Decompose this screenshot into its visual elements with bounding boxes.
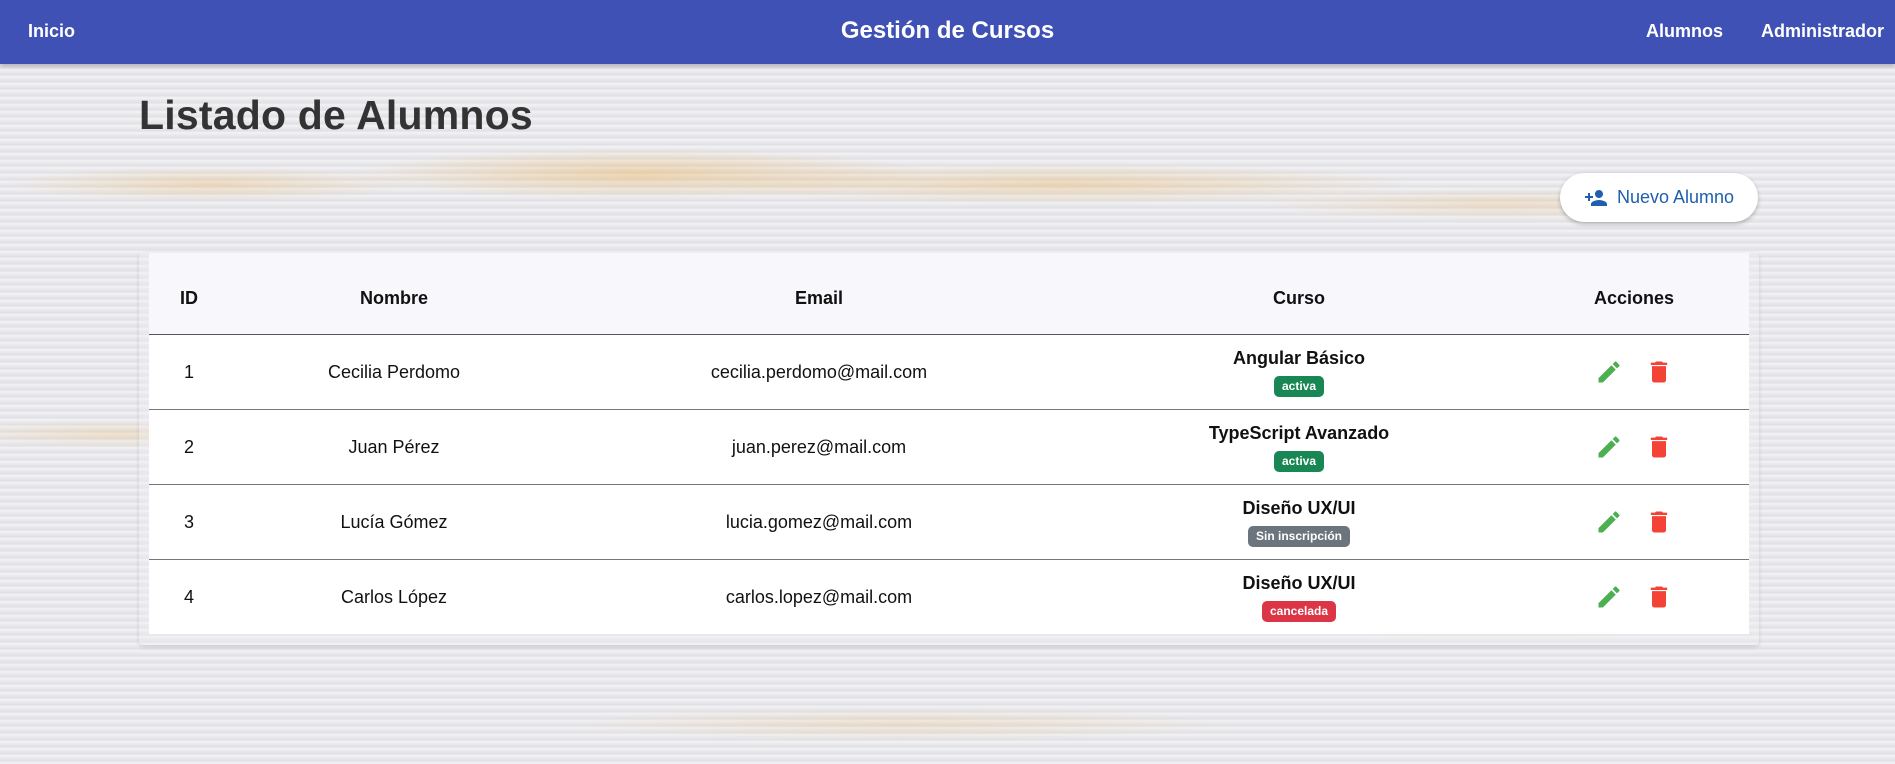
status-badge: activa	[1273, 450, 1325, 472]
table-header-row: ID Nombre Email Curso Acciones	[149, 253, 1749, 335]
table-row: 2 Juan Pérez juan.perez@mail.com TypeScr…	[149, 409, 1749, 485]
cell-actions	[1519, 484, 1749, 560]
header-course[interactable]: Curso	[1079, 253, 1519, 335]
delete-icon[interactable]	[1645, 583, 1673, 611]
cell-id: 1	[149, 334, 229, 410]
cell-email: carlos.lopez@mail.com	[725, 586, 913, 607]
delete-icon[interactable]	[1645, 508, 1673, 536]
top-navbar: Inicio Gestión de Cursos Alumnos Adminis…	[0, 0, 1895, 64]
course-name: Diseño UX/UI	[1242, 572, 1356, 593]
status-badge: Sin inscripción	[1247, 525, 1350, 547]
nav-admin-link[interactable]: Administrador	[1761, 0, 1884, 64]
cell-email: juan.perez@mail.com	[559, 409, 1079, 485]
person-add-icon	[1584, 186, 1608, 210]
students-table: ID Nombre Email Curso Acciones 1 Cecilia…	[149, 253, 1749, 634]
cell-course: Diseño UX/UI cancelada	[1079, 560, 1519, 635]
new-student-button[interactable]: Nuevo Alumno	[1560, 173, 1758, 222]
cell-course: TypeScript Avanzado activa	[1079, 409, 1519, 485]
header-email[interactable]: Email	[559, 253, 1079, 335]
cell-id: 4	[183, 586, 194, 607]
cell-actions	[1519, 409, 1749, 485]
nav-home-link[interactable]: Inicio	[28, 0, 75, 64]
cell-id: 3	[149, 484, 229, 560]
edit-icon[interactable]	[1595, 508, 1623, 536]
app-title: Gestión de Cursos	[840, 17, 1055, 44]
cell-name: Juan Pérez	[229, 409, 559, 485]
table-row: 3 Lucía Gómez lucia.gomez@mail.com Diseñ…	[149, 484, 1749, 560]
table-row: 1 Cecilia Perdomo cecilia.perdomo@mail.c…	[149, 334, 1749, 410]
edit-icon[interactable]	[1595, 433, 1623, 461]
cell-course: Diseño UX/UI Sin inscripción	[1079, 484, 1519, 560]
cell-course: Angular Básico activa	[1079, 334, 1519, 410]
delete-icon[interactable]	[1645, 358, 1673, 386]
course-name: TypeScript Avanzado	[1208, 422, 1390, 443]
edit-icon[interactable]	[1595, 583, 1623, 611]
status-badge: cancelada	[1261, 600, 1337, 622]
new-student-button-label: Nuevo Alumno	[1616, 187, 1735, 207]
cell-email: lucia.gomez@mail.com	[559, 484, 1079, 560]
cell-name: Carlos López	[340, 586, 448, 607]
cell-id: 2	[149, 409, 229, 485]
nav-students-link[interactable]: Alumnos	[1646, 0, 1723, 64]
course-name: Angular Básico	[1232, 347, 1366, 368]
cell-email: cecilia.perdomo@mail.com	[559, 334, 1079, 410]
table-row: 4 Carlos López carlos.lopez@mail.com Dis…	[149, 560, 1749, 635]
cell-actions	[1519, 560, 1749, 635]
cell-name: Cecilia Perdomo	[229, 334, 559, 410]
cell-actions	[1519, 334, 1749, 410]
cell-name: Lucía Gómez	[229, 484, 559, 560]
status-badge: activa	[1273, 375, 1325, 397]
page-title: Listado de Alumnos	[139, 92, 533, 138]
edit-icon[interactable]	[1595, 358, 1623, 386]
course-name: Diseño UX/UI	[1242, 497, 1356, 518]
header-id[interactable]: ID	[149, 253, 229, 335]
header-actions: Acciones	[1519, 253, 1749, 335]
header-name[interactable]: Nombre	[229, 253, 559, 335]
delete-icon[interactable]	[1645, 433, 1673, 461]
